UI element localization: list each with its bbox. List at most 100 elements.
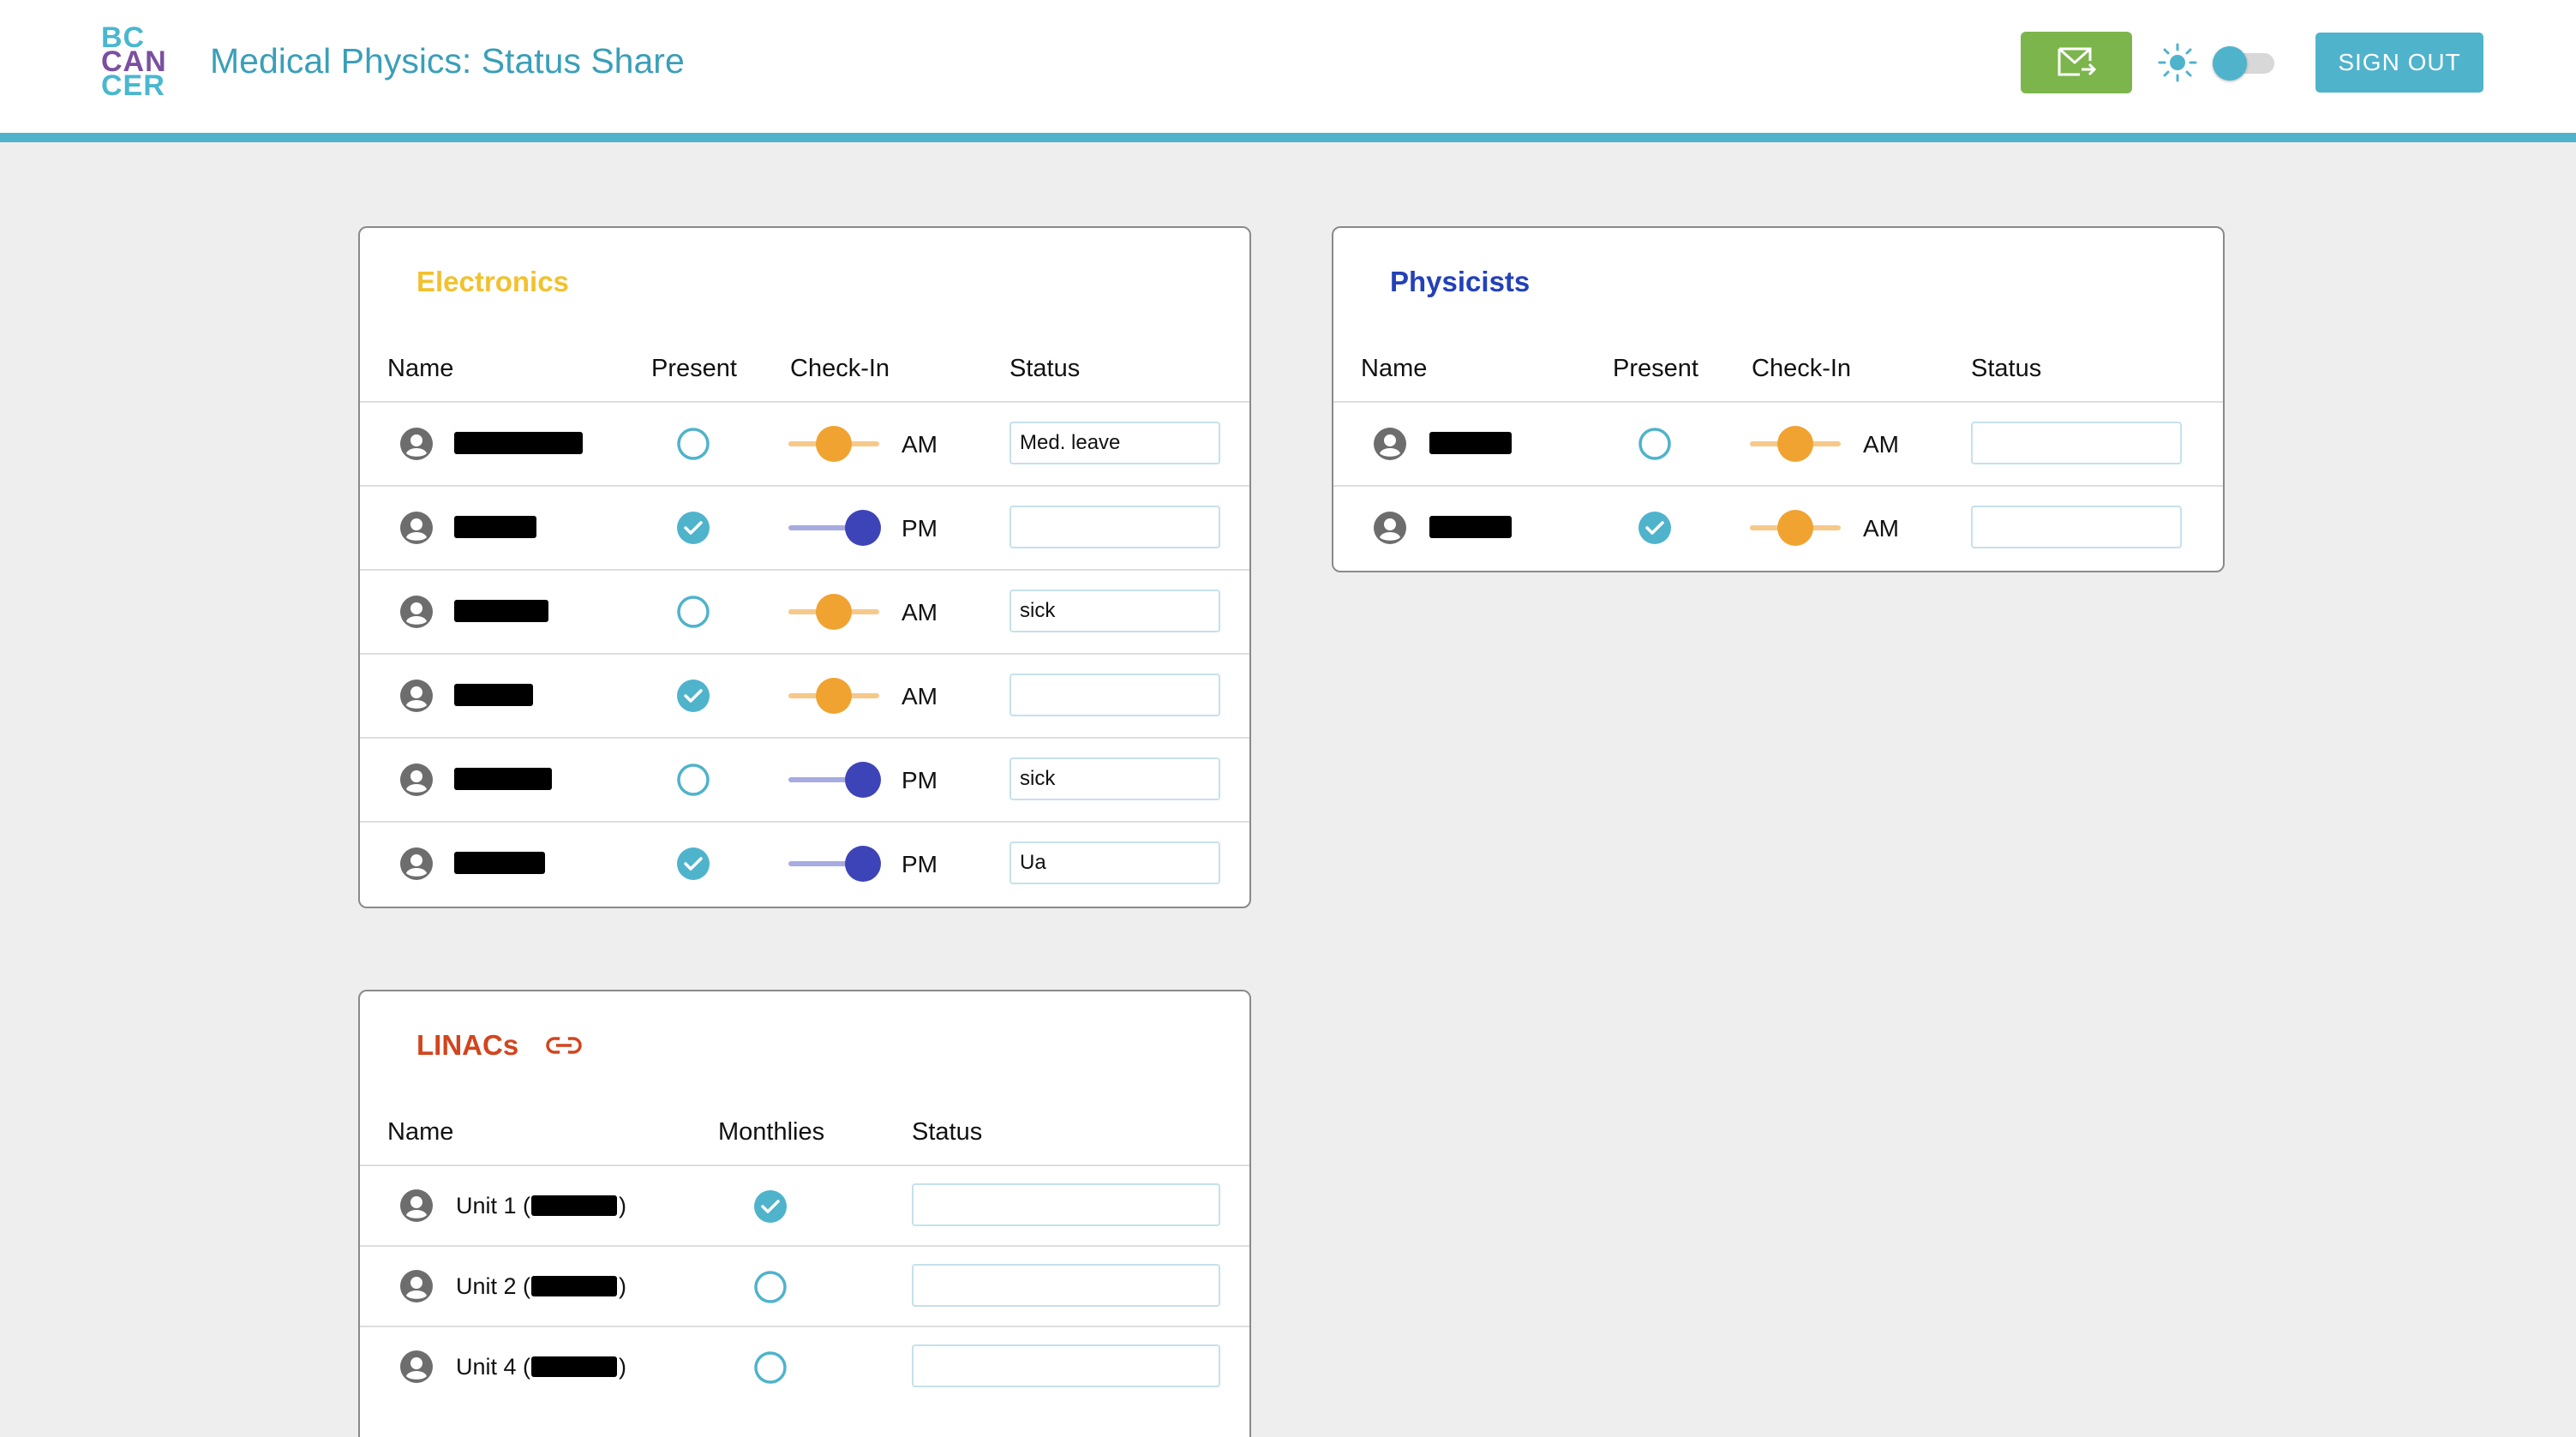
table-row: Unit 1 () [360,1166,1249,1247]
physicists-card: Physicists Name Present Check-In Status … [1332,226,2225,572]
redacted-name [454,516,536,538]
status-input[interactable] [1009,757,1220,800]
column-header-name: Name [1361,355,1428,382]
unit-name-close: ) [619,1193,626,1218]
checkin-slider[interactable] [788,424,883,464]
monthlies-unchecked-icon[interactable] [752,1350,788,1386]
slider-thumb [816,426,852,462]
checkin-slider[interactable] [788,844,883,883]
column-header-name: Name [387,355,454,382]
present-checked-icon[interactable] [675,510,711,546]
present-unchecked-icon[interactable] [1637,426,1673,462]
present-unchecked-icon[interactable] [675,762,711,798]
status-input[interactable] [1009,506,1220,548]
table-row: AM [1333,403,2223,487]
redacted-unit-id [531,1276,617,1296]
electronics-card: Electronics Name Present Check-In Status… [358,226,1251,908]
column-header-status: Status [1009,355,1081,382]
status-input[interactable] [1009,674,1220,716]
slider-thumb [1777,510,1813,546]
table-row: Unit 4 () [360,1327,1249,1408]
avatar-icon [399,847,434,881]
avatar-icon [399,1269,434,1303]
status-input[interactable] [912,1264,1220,1307]
electronics-title: Electronics [416,266,569,297]
status-input[interactable] [1971,506,2182,548]
toggle-thumb [2213,46,2247,81]
unit-name: Unit 2 ( [456,1273,531,1299]
present-checked-icon[interactable] [675,678,711,714]
linacs-card: LINACs Name Monthlies Status Unit 1 () Un… [358,990,1251,1437]
monthlies-checked-icon[interactable] [752,1189,788,1224]
link-icon[interactable] [545,1033,583,1058]
checkin-slider[interactable] [788,508,883,548]
column-header-checkin: Check-In [790,355,890,382]
table-row: AM [360,571,1249,655]
column-header-name: Name [387,1118,454,1146]
status-input[interactable] [1009,841,1220,884]
column-header-present: Present [651,355,737,382]
column-header-present: Present [1613,355,1698,382]
checkin-slider[interactable] [788,760,883,799]
slider-thumb [816,678,852,714]
column-header-status: Status [912,1118,983,1146]
checkin-label: AM [902,683,938,710]
sign-out-button[interactable]: SIGN OUT [2315,33,2483,93]
checkin-label: AM [1863,515,1899,542]
page-title: Medical Physics: Status Share [210,41,685,81]
checkin-slider[interactable] [788,676,883,716]
redacted-name [454,684,533,706]
checkin-label: PM [902,515,938,542]
status-input[interactable] [1009,422,1220,464]
redacted-name [454,768,552,790]
present-unchecked-icon[interactable] [675,426,711,462]
avatar-icon [399,1350,434,1384]
checkin-label: PM [902,851,938,877]
checkin-slider[interactable] [788,592,883,632]
present-unchecked-icon[interactable] [675,594,711,630]
status-input[interactable] [1971,422,2182,464]
status-input[interactable] [912,1344,1220,1387]
table-row: AM [360,403,1249,487]
logo-line-3: CER [101,69,165,102]
redacted-name [454,600,548,622]
unit-name-close: ) [619,1354,626,1380]
mail-forward-icon [2058,47,2097,76]
table-row: AM [1333,487,2223,571]
avatar-icon [1373,511,1407,545]
unit-name-close: ) [619,1273,626,1299]
present-checked-icon[interactable] [1637,510,1673,546]
checkin-slider[interactable] [1750,508,1844,548]
table-row: PM [360,487,1249,571]
column-header-checkin: Check-In [1752,355,1852,382]
avatar-icon [399,427,434,461]
send-email-button[interactable] [2021,32,2132,93]
linacs-title: LINACs [416,1029,519,1061]
slider-thumb [845,846,881,882]
avatar-icon [399,511,434,545]
checkin-label: PM [902,767,938,793]
redacted-name [454,432,583,454]
monthlies-unchecked-icon[interactable] [752,1269,788,1305]
redacted-unit-id [531,1356,617,1377]
avatar-icon [399,763,434,797]
slider-thumb [845,762,881,798]
avatar-icon [399,595,434,629]
avatar-icon [1373,427,1407,461]
slider-thumb [1777,426,1813,462]
column-header-monthlies: Monthlies [718,1118,825,1146]
checkin-slider[interactable] [1750,424,1844,464]
table-row: PM [360,739,1249,823]
redacted-name [454,852,545,874]
present-checked-icon[interactable] [675,846,711,882]
theme-toggle[interactable] [2213,46,2278,81]
column-header-status: Status [1971,355,2042,382]
avatar-icon [399,1189,434,1223]
sun-icon [2158,43,2197,82]
status-input[interactable] [1009,590,1220,632]
checkin-label: AM [1863,431,1899,458]
status-input[interactable] [912,1183,1220,1226]
unit-name: Unit 1 ( [456,1193,531,1218]
checkin-label: AM [902,599,938,626]
top-bar: BC CAN CER Medical Physics: Status Share… [0,0,2576,142]
